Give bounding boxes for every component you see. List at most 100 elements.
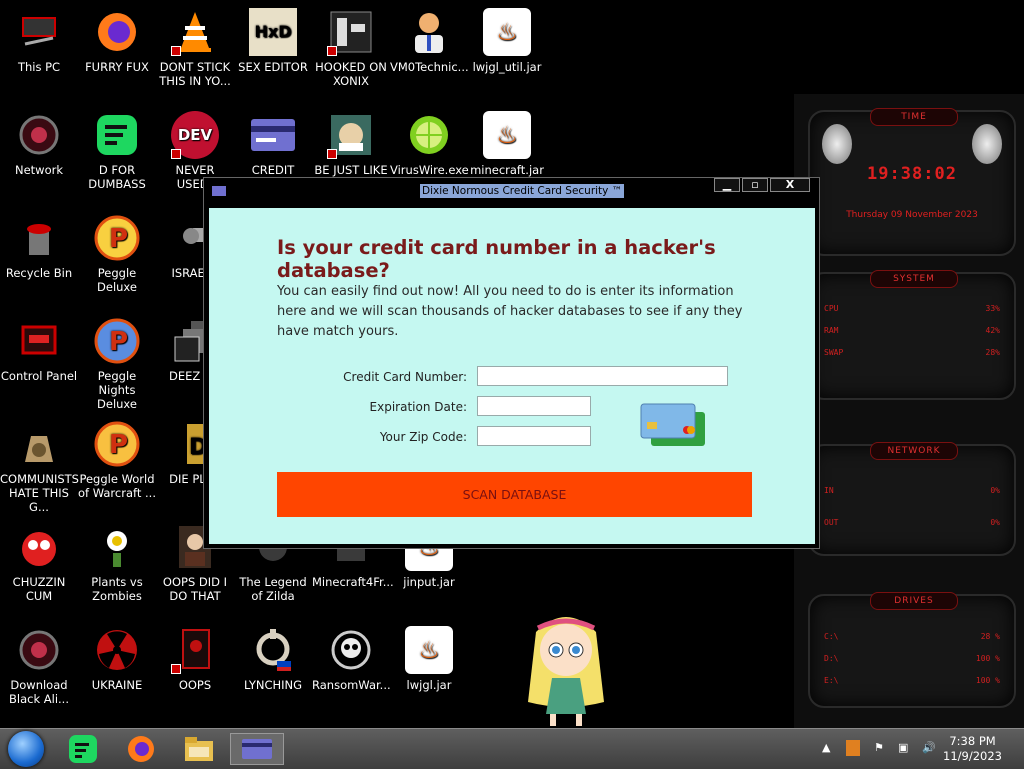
computer-icon — [15, 8, 63, 56]
alien-icon — [15, 626, 63, 674]
desktop-icon-this-pc[interactable]: This PC — [0, 8, 78, 74]
desktop-icon-peggle-deluxe[interactable]: P Peggle Deluxe — [78, 214, 156, 294]
desktop-icon-label: SEX EDITOR — [238, 60, 308, 74]
vlc-cone-icon — [171, 8, 219, 56]
desktop-icon-label: OOPS DID I DO THAT — [162, 575, 228, 603]
minimize-button[interactable]: ▁ — [714, 178, 740, 192]
desktop-icon-label: lwjgl.jar — [406, 678, 452, 692]
radiation-icon — [93, 626, 141, 674]
dude-icon — [327, 111, 375, 159]
network-tray-icon[interactable]: ▣ — [898, 741, 908, 754]
desktop-icon-peggle-nights[interactable]: P Peggle Nights Deluxe — [78, 317, 156, 411]
cpu-value: 33% — [985, 304, 1000, 313]
desktop-icon-ukraine[interactable]: UKRAINE — [78, 626, 156, 692]
svg-text:P: P — [109, 430, 128, 460]
credit-card-icon — [242, 739, 272, 759]
desktop-icon-label: Peggle Deluxe — [97, 266, 137, 294]
network-panel: NETWORK IN 0% OUT 0% — [808, 442, 1016, 556]
system-panel-title: SYSTEM — [870, 270, 958, 288]
desktop-icon-label: UKRAINE — [91, 678, 143, 692]
desktop-icon-vm0technic[interactable]: VM0Technic... — [390, 8, 469, 74]
desktop-icon-hooked-on-xonix[interactable]: HOOKED ON XONIX — [312, 8, 390, 88]
taskbar-notes-app[interactable] — [62, 733, 104, 765]
desktop-icon-plants-vs-zombies[interactable]: Plants vs Zombies — [78, 523, 156, 603]
taskbar: ▲ ⚑ ▣ 🔊 7:38 PM 11/9/2023 — [0, 728, 1024, 769]
desktop-icon-label: OOPS — [178, 678, 212, 692]
notes-app-icon — [93, 111, 141, 159]
desktop-icon-communists[interactable]: COMMUNISTS HATE THIS G... — [0, 420, 79, 514]
taskbar-firefox[interactable] — [120, 733, 162, 765]
window-content: Is your credit card number in a hacker's… — [209, 208, 815, 544]
doctor-icon — [405, 8, 453, 56]
credit-card-icon — [249, 111, 297, 159]
drive-label: E:\ — [824, 676, 839, 685]
net-in-value: 0% — [990, 486, 1000, 495]
swap-row: SWAP 28% — [824, 348, 1000, 357]
desktop-icon-label: Plants vs Zombies — [91, 575, 143, 603]
recycle-bin-icon — [15, 214, 63, 262]
firefox-icon — [93, 8, 141, 56]
desktop-icon-label: D FOR DUMBASS — [88, 163, 146, 191]
desktop-icon-furry-fux[interactable]: FURRY FUX — [78, 8, 156, 74]
peggle-nights-icon: P — [93, 317, 141, 365]
zip-code-input[interactable] — [477, 426, 591, 446]
start-button[interactable] — [8, 731, 44, 767]
flag-icon[interactable]: ⚑ — [874, 741, 884, 754]
drive-label: D:\ — [824, 654, 839, 663]
cartoon-character-image — [516, 602, 616, 728]
desktop-icon-lwjgl[interactable]: ♨ lwjgl.jar — [390, 626, 468, 692]
gadget-clock: 19:38:02 — [867, 164, 957, 184]
java-glyph: ♨ — [418, 636, 440, 664]
cpu-label: CPU — [824, 304, 839, 313]
alien-head-icon-right — [972, 124, 1002, 164]
taskbar-credit-card-checker[interactable] — [230, 733, 284, 765]
desktop-icon-peggle-world[interactable]: P Peggle World of Warcraft ... — [78, 420, 156, 500]
close-button[interactable]: X — [770, 178, 810, 192]
taskbar-file-explorer[interactable] — [178, 733, 220, 765]
peggle-world-icon: P — [93, 420, 141, 468]
desktop-icon-lynching[interactable]: LYNCHING — [234, 626, 312, 692]
volume-icon[interactable]: 🔊 — [922, 741, 936, 754]
window-title-bar[interactable]: Dixie Normous Credit Card Security ™ ▁ ▫… — [204, 178, 819, 206]
desktop-icon-label: lwjgl_util.jar — [472, 60, 542, 74]
desktop-icon-viruswire[interactable]: VirusWire.exe — [390, 111, 469, 177]
net-in-label: IN — [824, 486, 834, 495]
desktop-icon-label: Peggle Nights Deluxe — [97, 369, 137, 411]
swap-value: 28% — [985, 348, 1000, 357]
desktop-icon-download-black-ali[interactable]: Download Black Ali... — [0, 626, 78, 706]
desktop-icon-label: HOOKED ON XONIX — [315, 60, 387, 88]
desktop-icon-d-for-dumbass[interactable]: D FOR DUMBASS — [78, 111, 156, 191]
card-number-label: Credit Card Number: — [343, 370, 467, 384]
scan-database-button[interactable]: SCAN DATABASE — [277, 472, 752, 517]
skull-icon — [327, 626, 375, 674]
desktop-icon-ransomware[interactable]: RansomWar... — [312, 626, 391, 692]
flower-icon — [93, 523, 141, 571]
tray-app-icon[interactable] — [846, 740, 860, 756]
desktop-icon-sex-editor[interactable]: HxD SEX EDITOR — [234, 8, 312, 74]
desktop-icon-label: Minecraft4Fr... — [312, 575, 394, 589]
maximize-button[interactable]: ▫ — [742, 178, 768, 192]
desktop-icon-label: FURRY FUX — [85, 60, 149, 74]
swap-label: SWAP — [824, 348, 844, 357]
desktop-icon-minecraft-jar[interactable]: ♨ minecraft.jar — [468, 111, 546, 177]
desktop-icon-network[interactable]: Network — [0, 111, 78, 177]
java-glyph: ♨ — [496, 18, 518, 46]
card-number-input[interactable] — [477, 366, 728, 386]
desktop-icon-control-panel[interactable]: Control Panel — [0, 317, 78, 383]
folder-icon — [185, 737, 213, 761]
desktop-icon-label: CHUZZIN CUM — [12, 575, 66, 603]
desktop-icon-recycle-bin[interactable]: Recycle Bin — [0, 214, 78, 280]
desktop-icon-label: LYNCHING — [243, 678, 303, 692]
ram-row: RAM 42% — [824, 326, 1000, 335]
expiration-date-label: Expiration Date: — [369, 400, 467, 414]
expiration-date-input[interactable] — [477, 396, 591, 416]
desktop-icon-lwjgl-util[interactable]: ♨ lwjgl_util.jar — [468, 8, 546, 74]
desktop-icon-oops[interactable]: OOPS — [156, 626, 234, 692]
taskbar-clock[interactable]: 7:38 PM 11/9/2023 — [943, 734, 1002, 764]
time-panel: TIME 19:38:02 Thursday 09 November 2023 — [808, 108, 1016, 256]
desktop-icon-chuzzin[interactable]: CHUZZIN CUM — [0, 523, 78, 603]
desktop-icon-dont-stick[interactable]: DONT STICK THIS IN YO... — [156, 8, 234, 88]
desktop-icon-label: RansomWar... — [312, 678, 391, 692]
time-panel-title: TIME — [870, 108, 958, 126]
tray-overflow-chevron-icon[interactable]: ▲ — [822, 741, 830, 754]
